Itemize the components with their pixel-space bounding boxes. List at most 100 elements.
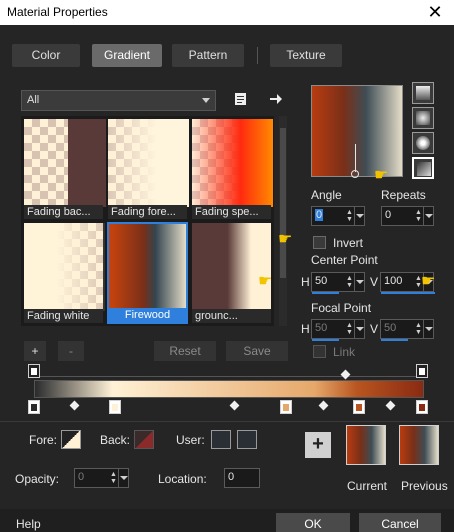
add-swatch-button[interactable]: + [305, 432, 331, 458]
scrollbar-thumb[interactable] [280, 128, 286, 278]
rectangular-style-button[interactable] [412, 107, 434, 129]
color-stop[interactable] [280, 400, 292, 414]
color-stop[interactable] [109, 400, 121, 414]
opacity-value: 0 [78, 471, 85, 483]
gradient-label: Fading white [24, 309, 103, 323]
close-icon[interactable]: ✕ [416, 0, 454, 25]
angle-value: 0 [315, 209, 324, 221]
spin-arrows-icon[interactable]: ▲ ▼ [415, 209, 423, 223]
dropdown-arrow-icon[interactable] [423, 207, 433, 225]
color-stop[interactable] [353, 400, 365, 414]
spin-arrows-icon[interactable]: ▲ ▼ [346, 209, 354, 223]
gradient-label: Fading fore... [108, 205, 187, 219]
tab-texture[interactable]: Texture [270, 44, 342, 67]
dropdown-arrow-icon[interactable] [354, 320, 364, 338]
repeats-input[interactable]: 0 ▲ ▼ [381, 206, 434, 226]
center-v-value: 100 [384, 275, 403, 287]
repeats-label: Repeats [381, 188, 426, 202]
arrow-right-icon[interactable] [269, 92, 283, 108]
user-swatch-1[interactable] [211, 430, 231, 449]
save-button[interactable]: Save [226, 341, 288, 361]
center-h-input[interactable]: 50 ▲ ▼ [311, 272, 365, 294]
spin-arrows-icon[interactable]: ▲ ▼ [415, 322, 423, 336]
sunburst-gradient-icon [416, 136, 430, 150]
gradient-label: grounc... [192, 309, 271, 323]
focal-h-label: H [301, 322, 310, 336]
linear-style-button[interactable] [412, 82, 434, 104]
center-handle[interactable] [351, 170, 359, 178]
browse-icon[interactable] [234, 92, 248, 108]
gradient-thumb-fading-spectrum[interactable]: Fading spe... [191, 118, 273, 220]
opacity-label: Opacity: [15, 472, 60, 486]
invert-checkbox[interactable] [313, 236, 326, 249]
add-gradient-button[interactable]: + [24, 341, 46, 361]
gradient-preview [108, 119, 189, 207]
pointer-hand-icon: ☛ [278, 231, 293, 248]
back-swatch[interactable] [134, 430, 154, 449]
previous-swatch[interactable] [399, 425, 439, 465]
gradient-label: Fading spe... [192, 205, 271, 219]
spin-arrows-icon[interactable]: ▲ ▼ [346, 275, 354, 289]
color-stop[interactable] [416, 400, 428, 414]
opacity-stop-right[interactable] [416, 364, 428, 378]
window-title: Material Properties [7, 5, 108, 19]
linear-gradient-icon [416, 86, 430, 100]
previous-label: Previous [401, 479, 448, 493]
gradient-editor-bar[interactable] [34, 380, 424, 398]
opacity-stop-left[interactable] [28, 364, 40, 378]
cancel-button[interactable]: Cancel [359, 513, 441, 532]
gradient-thumb-fading-foreground[interactable]: Fading fore... [107, 118, 189, 220]
fore-swatch[interactable] [61, 430, 81, 449]
gradient-preview [109, 224, 186, 310]
center-h-label: H [301, 275, 310, 289]
tab-pattern[interactable]: Pattern [172, 44, 244, 67]
user-label: User: [176, 433, 205, 447]
reset-button[interactable]: Reset [154, 341, 216, 361]
spin-arrows-icon[interactable]: ▲ ▼ [110, 471, 118, 485]
current-swatch [346, 425, 386, 465]
gradient-preview-large[interactable] [311, 85, 403, 178]
stop-swatch [419, 368, 425, 375]
gradient-thumb-fading-background[interactable]: Fading bac... [23, 118, 106, 220]
remove-gradient-button[interactable]: - [58, 341, 84, 361]
sunburst-style-button[interactable] [412, 132, 434, 154]
focal-v-label: V [370, 322, 379, 336]
transparency-rail [34, 376, 424, 377]
category-select[interactable]: All [21, 90, 216, 111]
center-h-value: 50 [315, 275, 328, 287]
tab-color[interactable]: Color [12, 44, 80, 67]
focal-v-input[interactable]: 50 ▲ ▼ [380, 319, 434, 341]
location-value: 0 [228, 471, 235, 483]
focal-h-input[interactable]: 50 ▲ ▼ [311, 319, 365, 341]
gradient-thumb-firewood[interactable]: Firewood [107, 222, 188, 324]
back-label: Back: [100, 433, 131, 447]
gradient-scrollbar[interactable] [279, 116, 287, 326]
center-v-label: V [370, 275, 379, 289]
invert-label: Invert [333, 236, 364, 250]
gradient-thumb-fading-white[interactable]: Fading white [23, 222, 105, 324]
link-checkbox[interactable] [313, 345, 326, 358]
help-button[interactable]: Help [16, 517, 41, 531]
dropdown-arrow-icon[interactable] [354, 207, 364, 225]
pointer-hand-icon: ☛ [258, 273, 273, 290]
fore-label: Fore: [29, 433, 58, 447]
dropdown-arrow-icon[interactable] [423, 320, 433, 338]
spin-arrows-icon[interactable]: ▲ ▼ [346, 322, 354, 336]
tab-gradient[interactable]: Gradient [92, 44, 162, 67]
location-input[interactable]: 0 [224, 468, 260, 488]
dropdown-arrow-icon[interactable] [118, 469, 128, 487]
ok-button[interactable]: OK [276, 513, 350, 532]
user-swatch-2[interactable] [237, 430, 257, 449]
angle-input[interactable]: 0 ▲ ▼ [311, 206, 365, 226]
center-line [355, 144, 356, 172]
gradient-preview [192, 119, 273, 207]
center-v-level-bar [381, 292, 435, 294]
radial-style-button[interactable] [412, 157, 434, 179]
gradient-preview [24, 119, 106, 207]
stop-swatch [31, 368, 37, 375]
opacity-input[interactable]: 0 ▲ ▼ [74, 468, 129, 488]
dropdown-arrow-icon[interactable] [354, 273, 364, 291]
stop-swatch [112, 404, 118, 411]
link-label: Link [333, 345, 356, 359]
color-stop[interactable] [28, 400, 40, 414]
